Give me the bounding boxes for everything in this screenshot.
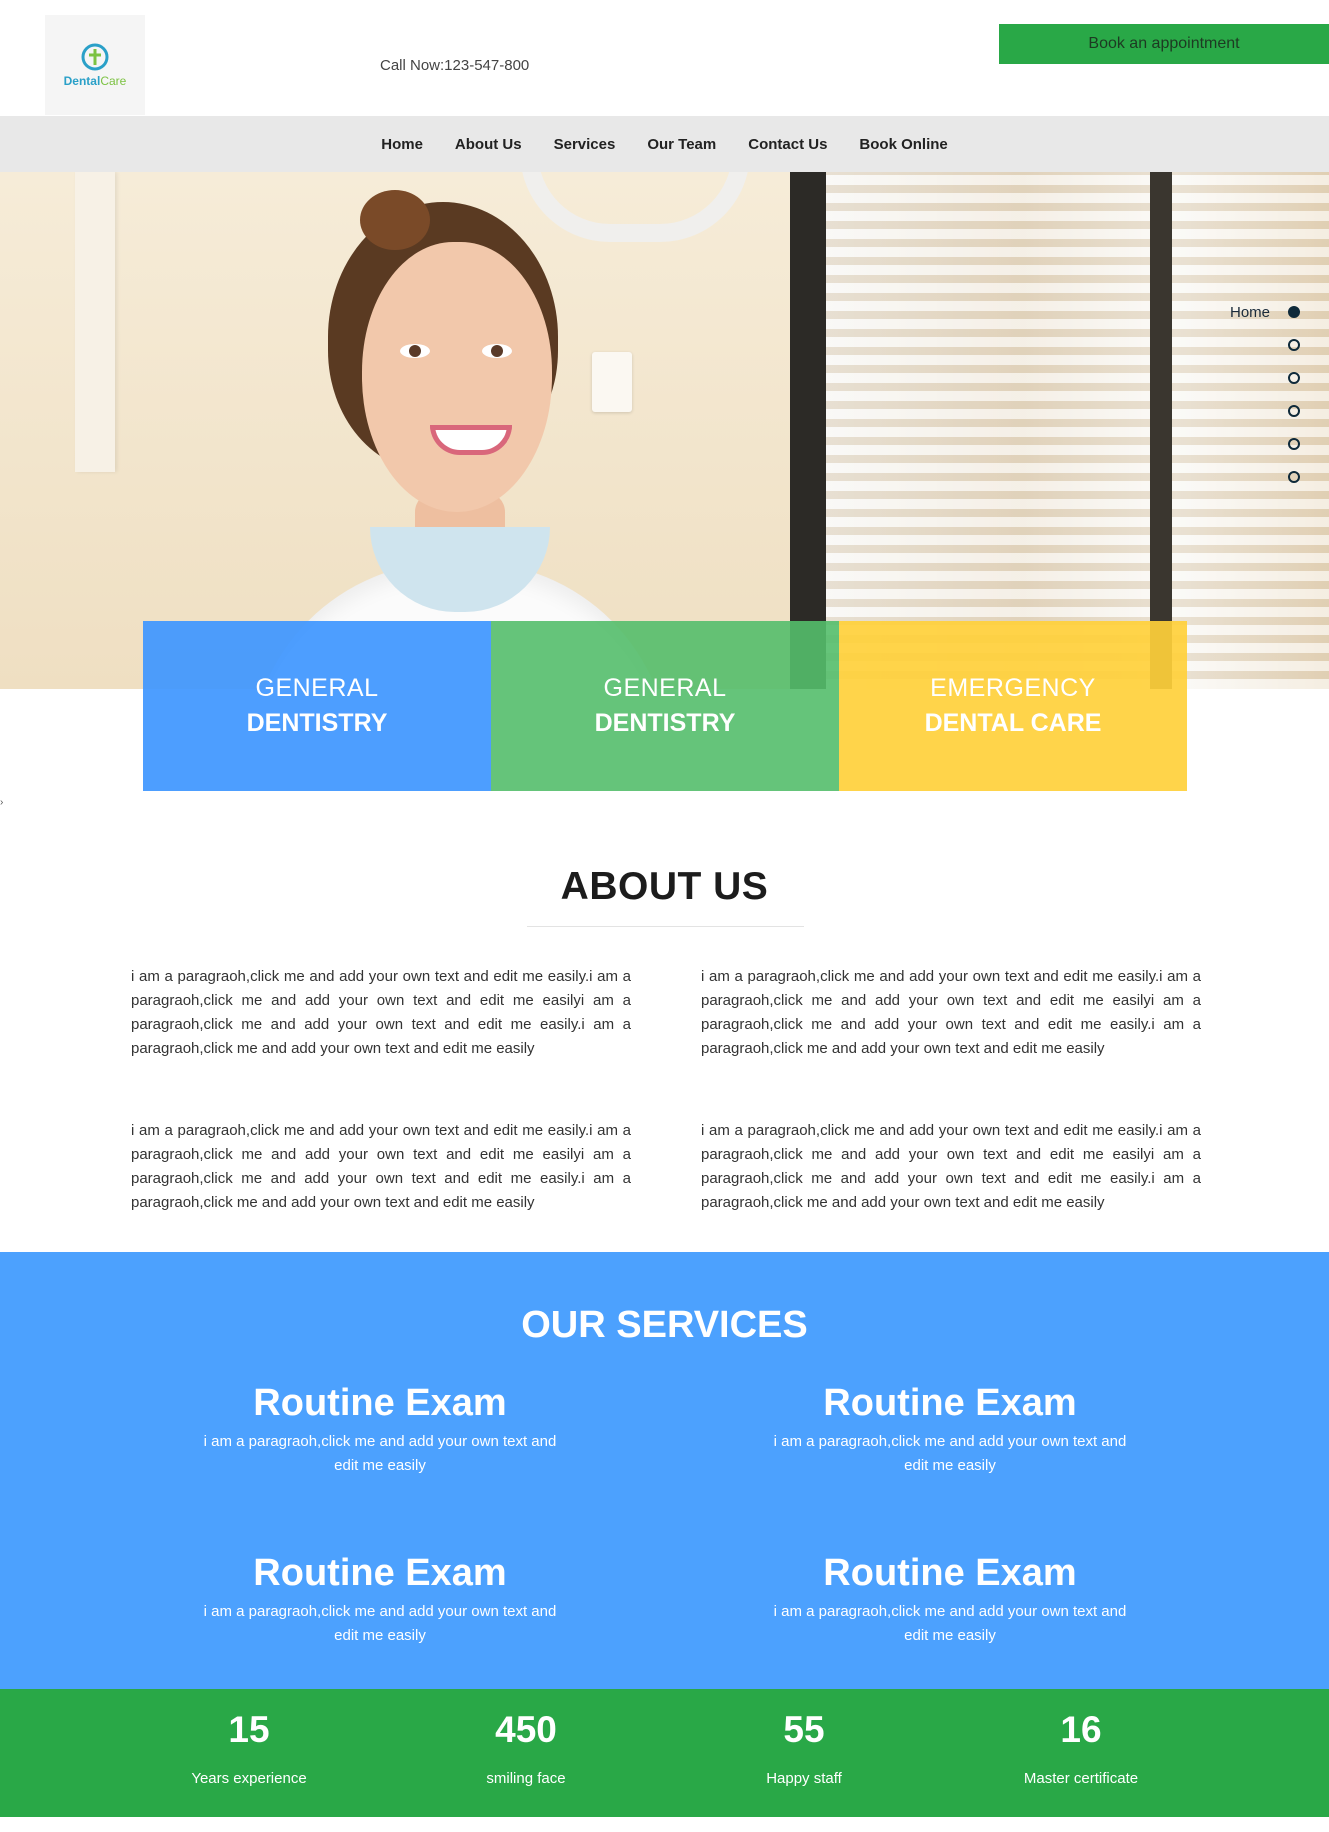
stat-master-certificate: 16 Master certificate — [961, 1708, 1201, 1787]
stat-label: Years experience — [191, 1770, 307, 1787]
slider-dot-1[interactable] — [1288, 306, 1300, 318]
service-text[interactable]: i am a paragraoh,click me and add your o… — [170, 1430, 590, 1478]
service-text[interactable]: i am a paragraoh,click me and add your o… — [740, 1430, 1160, 1478]
logo[interactable]: DentalCare — [45, 15, 145, 115]
about-paragraph-1[interactable]: i am a paragraoh,click me and add your o… — [131, 965, 631, 1061]
services-title: OUR SERVICES — [521, 1304, 808, 1346]
slider-dot-5[interactable] — [1288, 438, 1300, 450]
about-divider — [527, 926, 804, 927]
stat-label: Happy staff — [766, 1770, 842, 1787]
book-appointment-button[interactable]: Book an appointment — [999, 24, 1329, 64]
service-text[interactable]: i am a paragraoh,click me and add your o… — [170, 1600, 590, 1648]
logo-text: DentalCare — [64, 74, 127, 88]
nav-item-book-online[interactable]: Book Online — [859, 136, 947, 153]
feature-line2: DENTAL CARE — [924, 709, 1102, 737]
dentist-face — [362, 242, 552, 512]
stat-label: Master certificate — [1023, 1770, 1139, 1787]
stat-number: 16 — [1060, 1709, 1102, 1750]
slider-dot-6[interactable] — [1288, 471, 1300, 483]
stat-number: 55 — [783, 1709, 825, 1750]
stat-happy-staff: 55 Happy staff — [684, 1708, 924, 1787]
about-paragraph-3[interactable]: i am a paragraoh,click me and add your o… — [131, 1119, 631, 1215]
slider-dot-4[interactable] — [1288, 405, 1300, 417]
feature-emergency-dental-care[interactable]: EMERGENCY DENTAL CARE — [839, 621, 1187, 791]
service-text[interactable]: i am a paragraoh,click me and add your o… — [740, 1600, 1160, 1648]
site-header: DentalCare Call Now:123-547-800 Book an … — [0, 0, 1329, 116]
about-paragraph-2[interactable]: i am a paragraoh,click me and add your o… — [701, 965, 1201, 1061]
nav-item-home[interactable]: Home — [381, 136, 423, 153]
service-heading[interactable]: Routine Exam — [170, 1380, 590, 1426]
hero-section-label: Home — [1230, 304, 1271, 321]
logo-text-care: Care — [100, 73, 127, 88]
nav-item-about-us[interactable]: About Us — [455, 136, 522, 153]
slider-dot-3[interactable] — [1288, 372, 1300, 384]
hero-image — [0, 172, 1329, 689]
stat-number: 450 — [495, 1709, 557, 1750]
nav-item-our-team[interactable]: Our Team — [647, 136, 716, 153]
stat-number: 15 — [228, 1709, 270, 1750]
feature-line1: GENERAL — [603, 674, 727, 702]
service-heading[interactable]: Routine Exam — [170, 1550, 590, 1596]
service-item: Routine Exam i am a paragraoh,click me a… — [170, 1550, 590, 1648]
feature-line1: GENERAL — [255, 674, 379, 702]
feature-general-dentistry-2[interactable]: GENERAL DENTISTRY — [491, 621, 839, 791]
feature-line1: EMERGENCY — [930, 674, 1096, 702]
call-now-text[interactable]: Call Now:123-547-800 — [380, 57, 529, 74]
nav-item-services[interactable]: Services — [554, 136, 616, 153]
tooth-logo-icon — [81, 43, 109, 70]
service-item: Routine Exam i am a paragraoh,click me a… — [740, 1380, 1160, 1478]
feature-line2: DENTISTRY — [594, 709, 736, 737]
stat-smiling-face: 450 smiling face — [406, 1708, 646, 1787]
edge-arrow-icon: › — [0, 797, 4, 808]
about-title: ABOUT US — [560, 865, 769, 908]
nav-item-contact-us[interactable]: Contact Us — [748, 136, 827, 153]
service-heading[interactable]: Routine Exam — [740, 1380, 1160, 1426]
stat-label: smiling face — [486, 1770, 566, 1787]
service-item: Routine Exam i am a paragraoh,click me a… — [170, 1380, 590, 1478]
feature-general-dentistry-1[interactable]: GENERAL DENTISTRY — [143, 621, 491, 791]
slider-dot-2[interactable] — [1288, 339, 1300, 351]
feature-line2: DENTISTRY — [246, 709, 388, 737]
logo-text-dental: Dental — [63, 73, 101, 88]
main-nav: Home About Us Services Our Team Contact … — [0, 116, 1329, 172]
service-heading[interactable]: Routine Exam — [740, 1550, 1160, 1596]
about-paragraph-4[interactable]: i am a paragraoh,click me and add your o… — [701, 1119, 1201, 1215]
stat-years-experience: 15 Years experience — [129, 1708, 369, 1787]
service-item: Routine Exam i am a paragraoh,click me a… — [740, 1550, 1160, 1648]
